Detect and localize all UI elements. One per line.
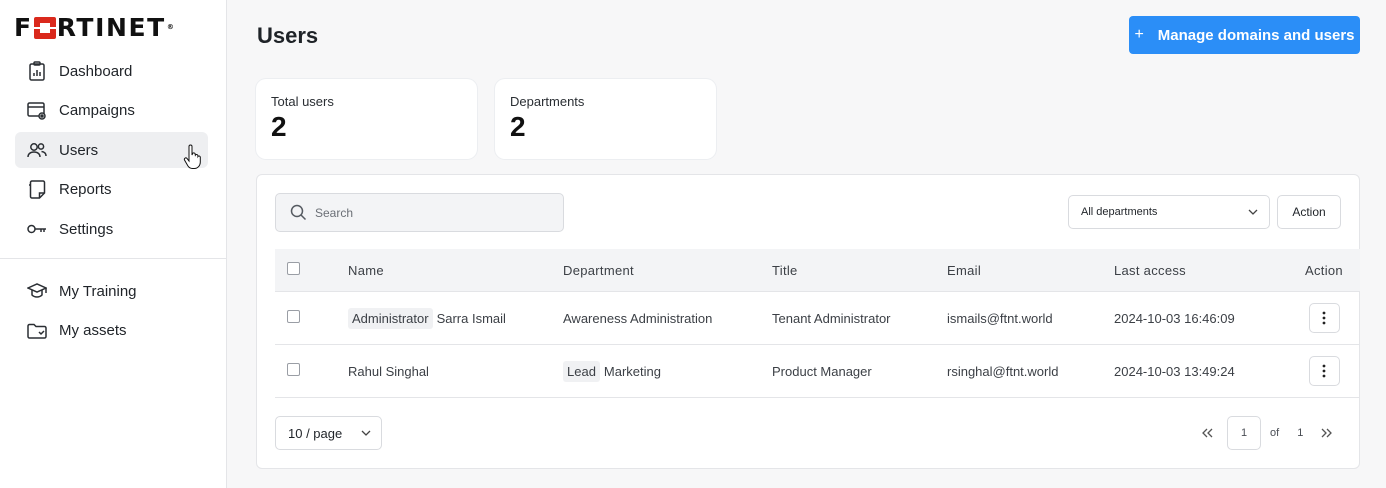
manage-domains-and-users-label: Manage domains and users xyxy=(1157,26,1355,44)
page-size-value: 10 / page xyxy=(288,425,343,441)
row-checkbox[interactable] xyxy=(287,363,300,376)
sidebar-item-dashboard[interactable]: Dashboard xyxy=(15,53,208,89)
main-nav: Dashboard Campaigns Users Reports Settin… xyxy=(15,53,208,251)
user-title: Tenant Administrator xyxy=(772,310,891,326)
user-last-access: 2024-10-03 16:46:09 xyxy=(1114,310,1235,326)
sidebar-item-label: My assets xyxy=(59,322,127,339)
key-icon xyxy=(27,219,47,239)
user-email: ismails@ftnt.world xyxy=(947,310,1053,326)
more-vertical-icon xyxy=(1322,311,1326,325)
action-button[interactable]: Action xyxy=(1277,195,1341,229)
column-header-title[interactable]: Title xyxy=(772,263,947,278)
total-pages: 1 xyxy=(1297,427,1304,439)
secondary-nav: My Training My assets xyxy=(15,273,208,352)
sidebar-divider xyxy=(0,258,226,259)
chevrons-left-icon xyxy=(1202,428,1213,438)
user-department: Marketing xyxy=(603,363,661,379)
department-filter-select[interactable]: All departments xyxy=(1068,195,1270,229)
more-vertical-icon xyxy=(1322,364,1326,378)
sidebar-item-label: My Training xyxy=(59,282,137,300)
user-title: Product Manager xyxy=(772,363,872,379)
user-name: Rahul Singhal xyxy=(348,363,429,379)
users-panel: All departments Action Name Department T… xyxy=(256,174,1360,469)
row-checkbox[interactable] xyxy=(287,310,300,323)
logo-letters: RTINET xyxy=(56,13,166,42)
user-last-access: 2024-10-03 13:49:24 xyxy=(1114,363,1235,379)
graduation-cap-icon xyxy=(27,281,47,301)
manage-domains-and-users-button[interactable]: + Manage domains and users xyxy=(1129,16,1360,54)
sidebar-item-label: Users xyxy=(59,141,99,159)
search-box[interactable] xyxy=(275,193,564,232)
column-header-department[interactable]: Department xyxy=(563,263,772,278)
role-tag: Administrator xyxy=(348,307,433,329)
page-title: Users xyxy=(257,23,319,48)
clipboard-chart-icon xyxy=(27,61,47,81)
row-actions-button[interactable] xyxy=(1308,303,1340,333)
sidebar-item-settings[interactable]: Settings xyxy=(15,211,208,247)
row-actions-button[interactable] xyxy=(1308,356,1340,386)
report-icon xyxy=(27,179,47,200)
stat-card-departments: Departments 2 xyxy=(495,79,716,159)
select-all-checkbox[interactable] xyxy=(287,262,300,275)
users-icon xyxy=(27,140,47,160)
chevron-down-icon xyxy=(361,430,371,436)
sidebar-item-label: Settings xyxy=(59,220,114,238)
chevron-down-icon xyxy=(1248,209,1258,215)
department-filter-value: All departments xyxy=(1081,206,1158,218)
folder-icon xyxy=(27,321,47,341)
search-icon xyxy=(290,204,307,221)
fortinet-logo[interactable]: F RTINET ® xyxy=(14,13,210,42)
user-email: rsinghal@ftnt.world xyxy=(947,363,1059,379)
sidebar-item-label: Campaigns xyxy=(59,102,135,119)
sidebar-item-my-assets[interactable]: My assets xyxy=(15,313,208,349)
stat-value: 2 xyxy=(271,111,287,142)
plus-icon: + xyxy=(1134,26,1144,43)
search-input[interactable] xyxy=(315,205,555,220)
pagination: 1 of 1 xyxy=(1197,416,1337,450)
last-page-button[interactable] xyxy=(1317,423,1337,443)
table-row[interactable]: Administrator Sarra Ismail Awareness Admi… xyxy=(275,291,1360,344)
sidebar-item-campaigns[interactable]: Campaigns xyxy=(15,93,208,129)
logo-registered-mark: ® xyxy=(166,23,176,31)
column-header-action: Action xyxy=(1305,262,1343,278)
sidebar-item-label: Reports xyxy=(59,181,112,198)
page-size-select[interactable]: 10 / page xyxy=(275,416,382,450)
column-header-email[interactable]: Email xyxy=(947,263,1114,278)
table-bottom-border xyxy=(275,397,1360,398)
logo-o-mark-icon xyxy=(33,17,56,39)
sidebar-item-my-training[interactable]: My Training xyxy=(15,273,208,309)
first-page-button[interactable] xyxy=(1197,423,1217,443)
sidebar: F RTINET ® Dashboard Campaigns Users Rep… xyxy=(0,0,227,488)
user-department: Awareness Administration xyxy=(563,310,713,326)
sidebar-item-reports[interactable]: Reports xyxy=(15,172,208,208)
sidebar-item-users[interactable]: Users xyxy=(15,132,208,168)
logo-letter-f: F xyxy=(14,13,33,42)
user-name: Sarra Ismail xyxy=(436,310,506,326)
sidebar-item-label: Dashboard xyxy=(59,62,133,80)
stat-label: Total users xyxy=(271,94,334,109)
table-header: Name Department Title Email Last access … xyxy=(275,249,1360,291)
hand-pointer-cursor-icon xyxy=(183,144,201,169)
column-header-name[interactable]: Name xyxy=(348,263,563,278)
table-row[interactable]: Rahul Singhal Lead Marketing Product Mana… xyxy=(275,344,1360,397)
pagination-of-label: of xyxy=(1270,427,1280,439)
chevrons-right-icon xyxy=(1321,428,1333,438)
column-header-last-access[interactable]: Last access xyxy=(1114,263,1289,278)
browser-gear-icon xyxy=(27,101,47,121)
department-role-tag: Lead xyxy=(563,360,600,382)
stat-label: Departments xyxy=(510,94,585,109)
stat-card-total-users: Total users 2 xyxy=(256,79,477,159)
stat-value: 2 xyxy=(510,111,526,142)
users-table: Name Department Title Email Last access … xyxy=(275,249,1360,398)
current-page-input[interactable]: 1 xyxy=(1227,416,1261,450)
